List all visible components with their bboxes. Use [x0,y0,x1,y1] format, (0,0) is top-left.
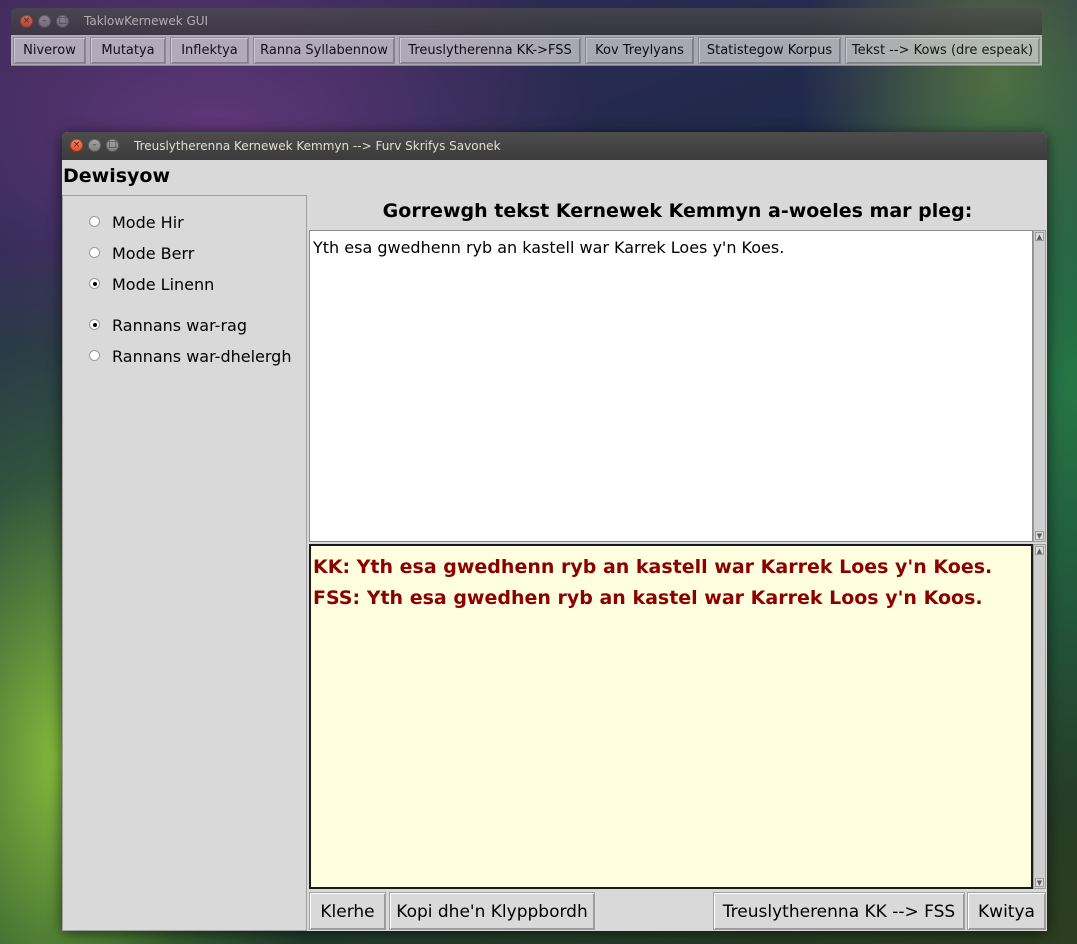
close-icon[interactable]: × [70,139,83,152]
radio-label: Rannans war-rag [112,316,247,335]
radio-button[interactable] [89,216,100,227]
mutatya-button[interactable]: Mutatya [90,37,166,64]
options-panel: Mode Hir Mode Berr Mode Linenn Rannans w… [62,195,307,931]
radio-button-selected[interactable] [89,278,100,289]
output-line-kk: KK: Yth esa gwedhenn ryb an kastell war … [313,556,993,578]
kov-treylyans-button[interactable]: Kov Treylyans [585,37,694,64]
inflektya-button[interactable]: Inflektya [170,37,249,64]
input-text-area[interactable]: Yth esa gwedhenn ryb an kastell war Karr… [309,230,1033,542]
quit-button[interactable]: Kwitya [967,892,1046,930]
radio-button-selected[interactable] [89,319,100,330]
input-scrollbar[interactable]: ▲ ▼ [1033,230,1046,542]
scroll-down-icon[interactable]: ▼ [1035,531,1044,540]
clear-button[interactable]: Klerhe [309,892,386,930]
output-text-area[interactable]: KK: Yth esa gwedhenn ryb an kastell war … [309,544,1033,889]
scroll-down-icon[interactable]: ▼ [1035,878,1044,887]
maximize-icon[interactable]: □ [56,15,69,28]
treuslytherenna-kk-fss-button[interactable]: Treuslytherenna KK->FSS [399,37,581,64]
output-scrollbar[interactable]: ▲ ▼ [1033,544,1046,889]
main-gui-window[interactable]: × – □ TaklowKernewek GUI Niverow Mutatya… [11,8,1042,66]
statistegow-korpus-button[interactable]: Statistegow Korpus [698,37,841,64]
translit-window-titlebar[interactable]: × – □ Treuslytherenna Kernewek Kemmyn --… [62,132,1047,160]
minimize-icon[interactable]: – [38,15,51,28]
options-header: Dewisyow [63,165,171,187]
main-window-titlebar[interactable]: × – □ TaklowKernewek GUI [11,8,1042,35]
radio-button[interactable] [89,247,100,258]
scroll-up-icon[interactable]: ▲ [1035,232,1044,241]
radio-button[interactable] [89,350,100,361]
radio-label: Mode Hir [112,213,184,232]
transliterate-button[interactable]: Treuslytherenna KK --> FSS [713,892,965,930]
radio-label: Mode Linenn [112,275,215,294]
maximize-icon[interactable]: □ [106,139,119,152]
minimize-icon[interactable]: – [88,139,101,152]
transliteration-window[interactable]: × – □ Treuslytherenna Kernewek Kemmyn --… [62,132,1047,931]
output-line-fss: FSS: Yth esa gwedhen ryb an kastel war K… [313,587,983,609]
tekst-kows-button[interactable]: Tekst --> Kows (dre espeak) [845,37,1040,64]
ranna-syllabennow-button[interactable]: Ranna Syllabennow [253,37,395,64]
main-toolbar: Niverow Mutatya Inflektya Ranna Syllaben… [11,35,1042,66]
input-prompt-label: Gorrewgh tekst Kernewek Kemmyn a-woeles … [382,200,973,222]
niverow-button[interactable]: Niverow [13,37,86,64]
scroll-up-icon[interactable]: ▲ [1035,546,1044,555]
translit-window-title: Treuslytherenna Kernewek Kemmyn --> Furv… [134,139,501,153]
copy-to-clipboard-button[interactable]: Kopi dhe'n Klyppbordh [389,892,595,930]
radio-label: Rannans war-dhelergh [112,347,292,366]
radio-label: Mode Berr [112,244,195,263]
close-icon[interactable]: × [20,15,33,28]
main-window-title: TaklowKernewek GUI [84,14,209,28]
